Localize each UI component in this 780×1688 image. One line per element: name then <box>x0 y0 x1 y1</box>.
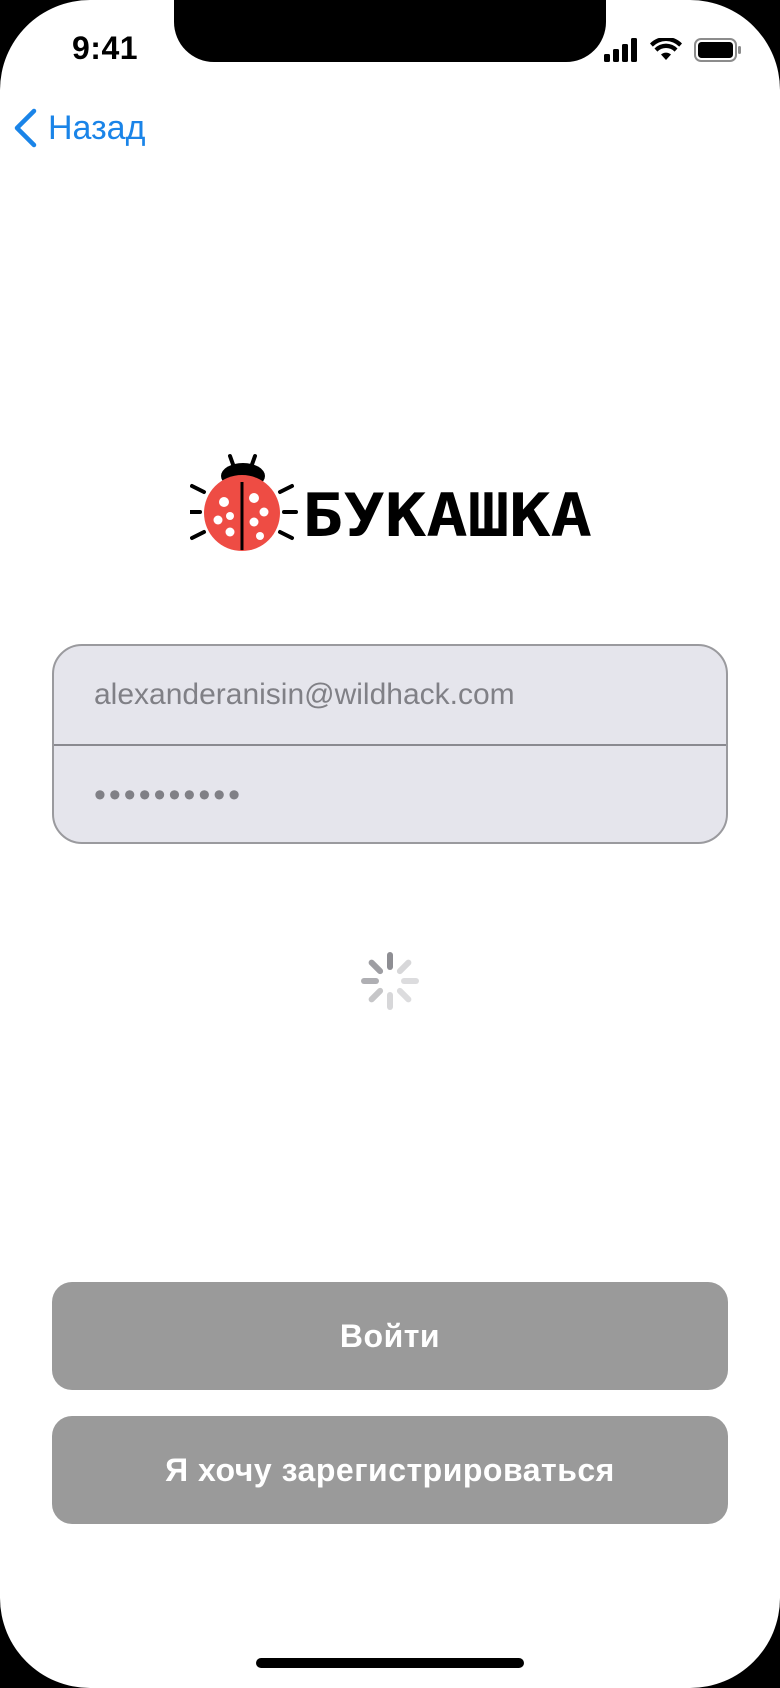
app-logo: БУКАШКА <box>186 450 602 560</box>
email-field[interactable]: alexanderanisin@wildhack.com <box>54 646 726 744</box>
chevron-left-icon <box>14 108 37 148</box>
status-time: 9:41 <box>72 30 139 66</box>
back-button[interactable]: Назад <box>12 108 145 148</box>
back-button-label: Назад <box>48 108 146 147</box>
activity-indicator-icon <box>359 950 421 1012</box>
ladybug-icon <box>186 454 298 551</box>
login-button[interactable]: Войти <box>52 1282 728 1390</box>
logo-text: БУКАШКА <box>302 481 592 551</box>
battery-icon <box>694 38 741 62</box>
password-field[interactable]: •••••••••• <box>54 746 726 842</box>
svg-text:БУКАШКА: БУКАШКА <box>302 481 592 551</box>
register-button[interactable]: Я хочу зарегистрироваться <box>52 1416 728 1524</box>
phone-screen: 9:41 Назад БУКАШКА alexanderanisin@wildh… <box>0 0 780 1688</box>
wifi-icon <box>650 38 682 60</box>
login-form: alexanderanisin@wildhack.com •••••••••• <box>52 644 728 844</box>
home-indicator[interactable] <box>256 1658 524 1668</box>
status-icons <box>604 36 742 64</box>
signal-icon <box>604 38 637 62</box>
notch <box>174 0 606 62</box>
